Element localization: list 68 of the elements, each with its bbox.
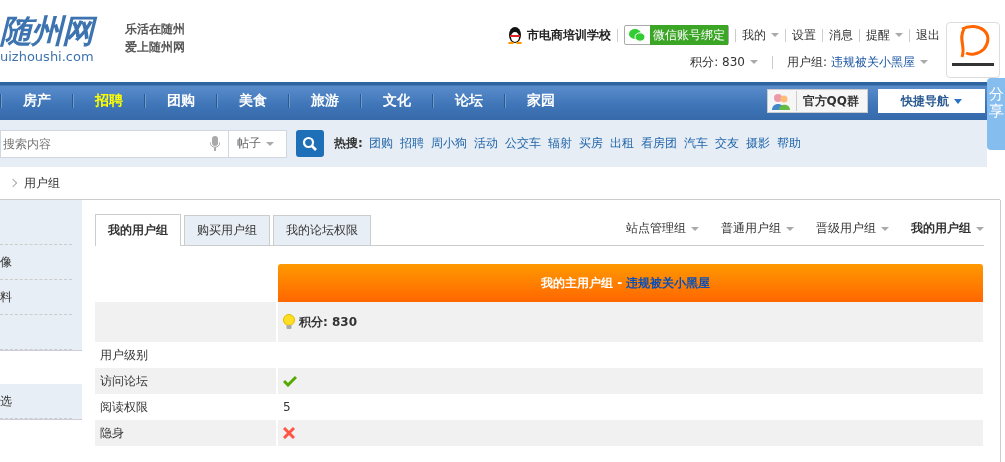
quick-nav-button[interactable]: 快捷导航 (878, 89, 985, 113)
microphone-icon (210, 135, 220, 152)
hot-search-label: 热搜: (334, 135, 363, 152)
permission-value: 5 (283, 400, 291, 414)
hot-search-link[interactable]: 出租 (609, 135, 634, 152)
qq-group-button[interactable]: 官方QQ群 (766, 89, 868, 113)
slogan-text: 乐活在随州 (125, 21, 185, 38)
search-input[interactable]: 搜索内容 (1, 136, 210, 151)
user-menu-link[interactable]: 我的 (742, 26, 779, 44)
hot-search-link[interactable]: 团购 (368, 135, 393, 152)
permission-label: 用户级别 (100, 346, 148, 364)
points-link[interactable]: 积分: 830 (690, 53, 758, 71)
search-field[interactable]: 搜索内容 (0, 129, 228, 158)
search-icon (302, 135, 318, 152)
nav-tab[interactable]: 旅游 (290, 92, 360, 110)
people-icon (771, 92, 790, 110)
nav-tab[interactable]: 文化 (362, 92, 432, 110)
sidebar-item[interactable]: 像 (0, 253, 12, 271)
penguin-icon (507, 26, 523, 44)
hot-search-link[interactable]: 活动 (473, 135, 498, 152)
chat-bubbles-icon (628, 27, 646, 43)
hot-search-link[interactable]: 买房 (578, 135, 603, 152)
site-domain: uizhoushi.com (0, 50, 95, 64)
hot-search-link[interactable]: 周小狗 (430, 135, 467, 152)
group-filter-link[interactable]: 我的用户组 (911, 220, 984, 245)
lightbulb-icon (283, 314, 295, 330)
nav-tab[interactable]: 论坛 (434, 92, 504, 110)
site-logo[interactable]: 随州网 (0, 12, 110, 50)
slogan-text: 爱上随州网 (125, 39, 185, 56)
hot-search-link[interactable]: 辐射 (547, 135, 572, 152)
breadcrumb-current: 用户组 (24, 174, 60, 192)
permission-label: 访问论坛 (100, 372, 148, 390)
hot-search-link[interactable]: 看房团 (640, 135, 677, 152)
hot-search-link[interactable]: 摄影 (745, 135, 770, 152)
wechat-bind-button[interactable]: 微信账号绑定 (624, 25, 729, 45)
group-filter-link[interactable]: 站点管理组 (626, 220, 699, 245)
group-label: 用户组: (786, 53, 827, 71)
group-name-link[interactable]: 违规被关小黑屋 (626, 275, 711, 290)
user-group-link[interactable]: 违规被关小黑屋 (831, 53, 928, 71)
hot-search-link[interactable]: 交友 (714, 135, 739, 152)
permission-label: 隐身 (100, 424, 124, 442)
nav-tab[interactable]: 美食 (218, 92, 288, 110)
tab[interactable]: 购买用户组 (184, 215, 270, 245)
tab[interactable]: 我的论坛权限 (273, 215, 371, 245)
search-button[interactable] (296, 130, 324, 157)
permission-label: 阅读权限 (100, 398, 148, 416)
hot-search-link[interactable]: 招聘 (399, 135, 424, 152)
nav-tab[interactable]: 团购 (146, 92, 216, 110)
user-menu-link[interactable]: 提醒 (866, 26, 903, 44)
nav-tab[interactable]: 房产 (2, 92, 72, 110)
user-menu-link[interactable]: 退出 (916, 26, 940, 44)
group-filter-link[interactable]: 晋级用户组 (816, 220, 889, 245)
user-menu-link[interactable]: 设置 (792, 26, 816, 44)
hot-search-link[interactable]: 公交车 (504, 135, 541, 152)
hot-search-link[interactable]: 帮助 (776, 135, 801, 152)
hot-search-link[interactable]: 汽车 (683, 135, 708, 152)
school-link[interactable]: 市电商培训学校 (527, 26, 611, 44)
user-menu-link[interactable]: 消息 (829, 26, 853, 44)
sidebar-item[interactable]: 选 (0, 392, 12, 410)
sidebar-item[interactable]: 料 (0, 288, 12, 306)
nav-tab[interactable]: 家园 (506, 92, 576, 110)
nav-tab[interactable]: 招聘 (74, 92, 144, 110)
points-value: 积分: 830 (299, 313, 358, 331)
group-title: 我的主用户组 - 违规被关小黑屋 (541, 274, 711, 292)
avatar-image[interactable] (946, 22, 1000, 78)
tab[interactable]: 我的用户组 (95, 214, 181, 246)
search-type-dropdown[interactable]: 帖子 (228, 129, 287, 158)
group-filter-link[interactable]: 普通用户组 (721, 220, 794, 245)
